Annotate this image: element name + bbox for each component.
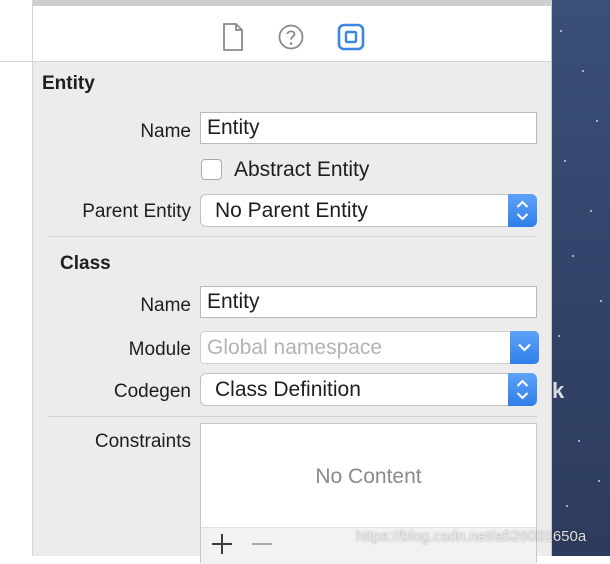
data-model-inspector: Entity Name Entity Abstract Entity Paren… — [33, 6, 552, 564]
module-label: Module — [128, 339, 191, 360]
inspector-selector-bar — [33, 6, 551, 62]
abstract-entity-label[interactable]: Abstract Entity — [234, 158, 369, 182]
entity-name-label: Name — [140, 121, 191, 142]
class-name-field[interactable]: Entity — [200, 286, 537, 318]
desktop-icon-label-partial: k — [552, 378, 565, 403]
codegen-value: Class Definition — [215, 378, 361, 401]
watermark-text: https://blog.csdn.net/a526001650a — [356, 528, 587, 545]
codegen-label: Codegen — [113, 381, 191, 402]
popup-stepper — [508, 373, 537, 406]
star — [598, 480, 600, 482]
entity-name-field[interactable]: Entity — [200, 112, 537, 144]
star — [590, 210, 592, 212]
parent-entity-label: Parent Entity — [82, 201, 191, 222]
parent-entity-value: No Parent Entity — [215, 199, 368, 222]
chevron-down-icon — [518, 343, 531, 352]
class-name-label: Name — [140, 295, 191, 316]
module-combo-box[interactable]: Global namespace — [200, 331, 539, 364]
star — [582, 70, 584, 72]
add-icon[interactable] — [209, 531, 235, 557]
section-divider — [47, 416, 537, 417]
file-inspector-icon[interactable] — [219, 22, 247, 52]
remove-icon[interactable] — [249, 531, 275, 557]
module-placeholder: Global namespace — [207, 336, 383, 359]
star — [564, 160, 566, 162]
up-down-chevron-icon — [516, 379, 529, 400]
star — [600, 300, 602, 302]
abstract-entity-checkbox[interactable] — [201, 159, 222, 180]
parent-entity-popup[interactable]: No Parent Entity — [200, 194, 537, 227]
editor-pane-edge — [0, 0, 33, 556]
desktop-background — [552, 0, 610, 556]
popup-stepper — [508, 194, 537, 227]
combo-dropdown-button[interactable] — [510, 331, 539, 364]
empty-placeholder: No Content — [315, 465, 422, 488]
section-divider — [47, 236, 537, 237]
quick-help-icon[interactable] — [277, 22, 305, 52]
star — [560, 30, 562, 32]
editor-divider — [0, 61, 32, 62]
up-down-chevron-icon — [516, 200, 529, 221]
entity-section-title: Entity — [42, 73, 95, 94]
codegen-popup[interactable]: Class Definition — [200, 373, 537, 406]
star — [572, 255, 574, 257]
star — [566, 505, 568, 507]
data-model-inspector-icon[interactable] — [337, 22, 365, 52]
star — [596, 120, 598, 122]
constraints-label: Constraints — [94, 431, 191, 452]
class-section-title: Class — [60, 253, 111, 274]
star — [578, 440, 580, 442]
star — [558, 335, 560, 337]
